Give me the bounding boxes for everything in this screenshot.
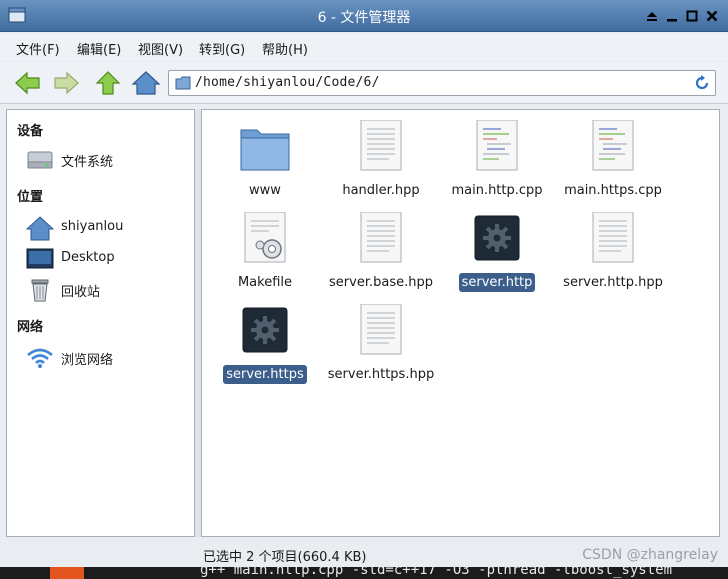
- sidebar-item-label: Desktop: [61, 250, 115, 265]
- sidebar-heading-places: 位置: [17, 190, 44, 205]
- file-item-server-https-hpp[interactable]: server.https.hpp: [323, 303, 439, 396]
- file-view[interactable]: www handler.hpp main.http.cpp main.https…: [201, 109, 720, 537]
- file-item-handler-hpp[interactable]: handler.hpp: [323, 119, 439, 212]
- menu-edit[interactable]: 编辑(E): [77, 39, 121, 58]
- minimize-icon[interactable]: [664, 8, 680, 24]
- arrow-up-icon: [95, 71, 121, 95]
- file-name: server.https.hpp: [327, 367, 435, 382]
- sidebar-item-label: 浏览网络: [61, 353, 114, 368]
- location-bar[interactable]: /home/shiyanlou/Code/6/: [168, 70, 716, 96]
- file-item-server-http[interactable]: server.http: [439, 212, 555, 304]
- sidebar-item-label: 文件系统: [61, 155, 114, 170]
- sidebar-item-trash[interactable]: 回收站: [25, 277, 190, 303]
- file-name: server.http: [458, 273, 536, 292]
- arrow-left-icon: [15, 71, 40, 95]
- trash-icon: [25, 277, 55, 303]
- maximize-icon[interactable]: [684, 8, 700, 24]
- file-name: main.http.cpp: [451, 183, 543, 198]
- file-name: server.base.hpp: [329, 275, 433, 290]
- menu-view[interactable]: 视图(V): [138, 39, 183, 58]
- sidebar-heading-devices: 设备: [17, 124, 44, 139]
- menu-go[interactable]: 转到(G): [199, 39, 245, 58]
- sidebar-item-desktop[interactable]: Desktop: [25, 246, 190, 272]
- executable-icon: [471, 212, 523, 268]
- home-icon: [131, 71, 161, 95]
- file-item-main-http-cpp[interactable]: main.http.cpp: [439, 119, 555, 212]
- background-terminal: g++ main.http.cpp -std=c++17 -O3 -pthrea…: [0, 567, 728, 579]
- text-file-icon: [587, 211, 639, 268]
- forward-button[interactable]: [52, 70, 80, 96]
- status-text: 已选中 2 个项目(660.4 KB): [203, 550, 367, 565]
- folder-icon: [175, 76, 191, 94]
- reload-icon[interactable]: [693, 74, 711, 92]
- menu-bar: 文件(F) 编辑(E) 视图(V) 转到(G) 帮助(H): [0, 33, 728, 61]
- executable-icon: [239, 304, 291, 360]
- sidebar-heading-network: 网络: [17, 320, 44, 335]
- menu-help[interactable]: 帮助(H): [262, 39, 308, 58]
- menu-file[interactable]: 文件(F): [16, 39, 60, 58]
- sidebar-item-label: 回收站: [61, 285, 101, 300]
- sidebar-item-browse-network[interactable]: 浏览网络: [25, 345, 190, 371]
- code-file-icon: [471, 119, 523, 176]
- file-item-server-https[interactable]: server.https: [207, 304, 323, 396]
- desktop-icon: [25, 246, 55, 272]
- up-button[interactable]: [94, 70, 122, 96]
- folder-icon: [239, 120, 291, 176]
- sidebar-item-home[interactable]: shiyanlou: [25, 215, 190, 241]
- sidebar: 设备 文件系统 位置 shiyanlou Desktop 回收站 网络 浏览网络: [6, 109, 195, 537]
- text-file-icon: [355, 119, 407, 176]
- file-name: Makefile: [237, 275, 293, 290]
- back-button[interactable]: [14, 70, 42, 96]
- file-item-main-https-cpp[interactable]: main.https.cpp: [555, 119, 671, 212]
- home-icon: [25, 215, 55, 241]
- file-item-makefile[interactable]: Makefile: [207, 211, 323, 304]
- file-name: handler.hpp: [342, 183, 420, 198]
- toolbar: /home/shiyanlou/Code/6/: [0, 62, 728, 104]
- file-name: main.https.cpp: [564, 183, 662, 198]
- text-file-icon: [355, 211, 407, 268]
- text-file-icon: [355, 303, 407, 360]
- file-item-server-http-hpp[interactable]: server.http.hpp: [555, 211, 671, 304]
- file-item-server-base-hpp[interactable]: server.base.hpp: [323, 211, 439, 304]
- wifi-icon: [25, 345, 55, 371]
- shade-icon[interactable]: [644, 8, 660, 24]
- sidebar-item-label: shiyanlou: [61, 219, 124, 234]
- file-item-www[interactable]: www: [207, 120, 323, 212]
- watermark: CSDN @zhangrelay: [582, 547, 718, 563]
- code-file-icon: [587, 119, 639, 176]
- drive-icon: [25, 147, 55, 173]
- taskbar-app-icon[interactable]: [50, 567, 84, 579]
- file-name: server.https: [223, 365, 307, 384]
- makefile-icon: [239, 211, 291, 268]
- close-icon[interactable]: [704, 8, 720, 24]
- terminal-command: g++ main.http.cpp -std=c++17 -O3 -pthrea…: [200, 567, 673, 578]
- location-path[interactable]: /home/shiyanlou/Code/6/: [195, 75, 380, 90]
- arrow-right-icon: [54, 71, 79, 95]
- status-bar: 已选中 2 个项目(660.4 KB) CSDN @zhangrelay: [0, 541, 728, 567]
- file-name: server.http.hpp: [563, 275, 663, 290]
- title-bar[interactable]: 6 - 文件管理器: [0, 0, 728, 32]
- home-button[interactable]: [131, 70, 161, 96]
- window-title: 6 - 文件管理器: [317, 10, 411, 26]
- sidebar-item-filesystem[interactable]: 文件系统: [25, 147, 190, 173]
- file-name: www: [249, 183, 281, 198]
